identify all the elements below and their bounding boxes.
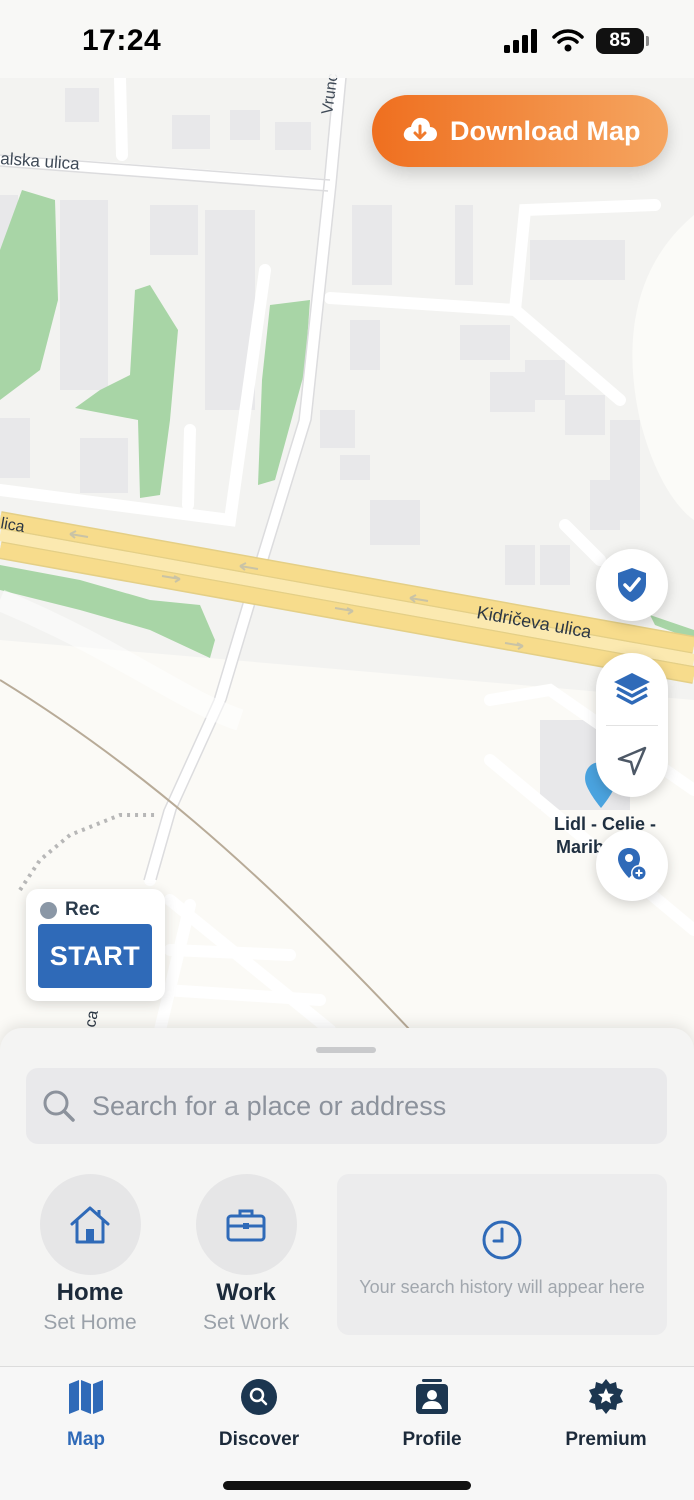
start-recording-button[interactable]: START — [38, 924, 152, 988]
layers-icon — [614, 673, 650, 705]
discover-search-icon — [241, 1379, 277, 1415]
cloud-download-icon — [403, 117, 437, 141]
status-bar: 17:24 85 — [0, 0, 694, 78]
search-history-panel: Your search history will appear here — [337, 1174, 667, 1335]
recording-card: Rec START — [26, 889, 165, 1001]
download-map-button[interactable]: Download Map — [372, 95, 668, 167]
shield-check-icon — [618, 568, 646, 602]
navigation-arrow-icon — [617, 746, 647, 776]
street-label-1: alska ulica — [0, 149, 81, 174]
work-subtitle: Set Work — [203, 1311, 289, 1334]
rec-dot-icon — [40, 901, 57, 919]
tab-profile[interactable]: Profile — [362, 1377, 502, 1451]
rec-label: Rec — [65, 899, 100, 920]
wifi-icon — [552, 29, 584, 52]
home-subtitle: Set Home — [43, 1311, 137, 1334]
home-indicator — [223, 1481, 471, 1490]
download-map-label: Download Map — [450, 115, 641, 146]
home-title: Home — [56, 1279, 124, 1306]
layers-button[interactable] — [596, 653, 668, 725]
status-icons: 85 — [504, 28, 649, 54]
battery-indicator: 85 — [596, 28, 649, 54]
locate-me-button[interactable] — [596, 725, 668, 797]
star-badge-icon — [589, 1379, 623, 1414]
add-place-icon — [618, 848, 647, 881]
tab-bar: Map Discover Profile Premium — [0, 1366, 694, 1500]
tab-profile-label: Profile — [402, 1429, 462, 1450]
safety-shield-button[interactable] — [596, 549, 668, 621]
house-icon — [70, 1206, 110, 1243]
rec-status: Rec — [40, 899, 100, 921]
map-control-group — [596, 653, 668, 797]
tab-premium[interactable]: Premium — [536, 1377, 676, 1451]
tab-map-label: Map — [67, 1429, 105, 1450]
history-empty-text: Your search history will appear here — [359, 1277, 645, 1297]
sheet-grabber[interactable] — [316, 1047, 376, 1053]
search-icon — [43, 1090, 75, 1122]
briefcase-icon — [226, 1209, 266, 1241]
search-bar[interactable]: Search for a place or address — [26, 1068, 667, 1144]
work-title: Work — [216, 1279, 276, 1306]
search-input[interactable]: Search for a place or address — [92, 1091, 446, 1122]
cellular-signal-icon — [504, 29, 537, 53]
tab-premium-label: Premium — [565, 1429, 647, 1450]
add-place-button[interactable] — [596, 829, 668, 901]
tab-discover-label: Discover — [218, 1429, 300, 1450]
work-shortcut[interactable]: Work Set Work — [176, 1174, 316, 1335]
home-shortcut[interactable]: Home Set Home — [20, 1174, 160, 1335]
street-label-4: ca — [82, 1009, 102, 1029]
home-circle[interactable] — [39, 1174, 141, 1275]
status-time: 17:24 — [82, 24, 162, 57]
tab-map[interactable]: Map — [16, 1377, 156, 1451]
map-icon — [69, 1380, 103, 1414]
work-circle[interactable] — [195, 1174, 297, 1275]
profile-icon — [416, 1379, 448, 1414]
clock-icon — [482, 1220, 522, 1260]
bottom-sheet: Search for a place or address Home Set H… — [0, 1028, 694, 1368]
tab-discover[interactable]: Discover — [189, 1377, 329, 1451]
